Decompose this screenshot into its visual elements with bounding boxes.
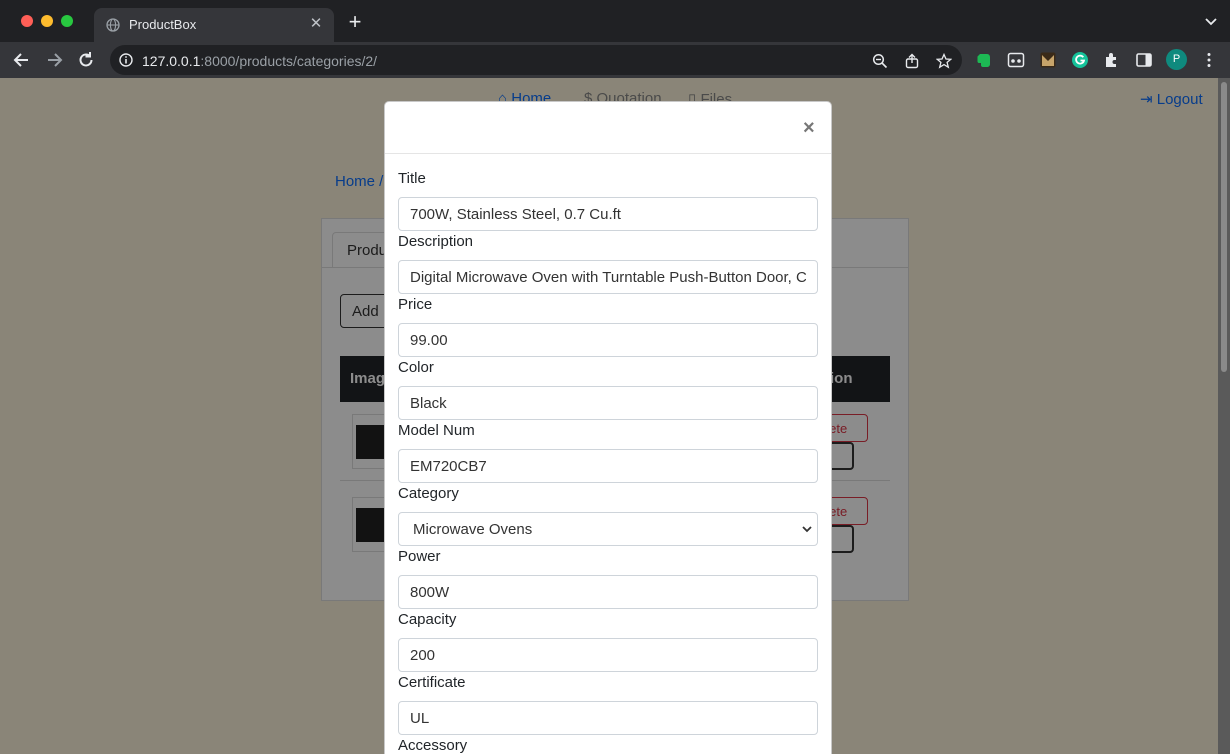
title-label: Title xyxy=(398,170,426,187)
category-select[interactable]: Microwave Ovens xyxy=(398,512,818,546)
capacity-input[interactable] xyxy=(410,639,806,671)
capacity-field[interactable] xyxy=(398,638,818,672)
certificate-field[interactable] xyxy=(398,701,818,735)
back-arrow-icon[interactable] xyxy=(12,50,32,70)
category-selected-value: Microwave Ovens xyxy=(413,521,533,538)
scrollbar-thumb[interactable] xyxy=(1221,82,1227,372)
extensions-puzzle-icon[interactable] xyxy=(1103,51,1121,69)
description-label: Description xyxy=(398,233,474,250)
edit-product-modal: × Title Description Price Color Model Nu… xyxy=(384,101,832,754)
certificate-input[interactable] xyxy=(410,702,806,734)
bookmark-star-icon[interactable] xyxy=(936,53,952,69)
color-input[interactable] xyxy=(410,387,806,419)
price-field[interactable] xyxy=(398,323,818,357)
zoom-icon[interactable] xyxy=(872,53,888,69)
color-field[interactable] xyxy=(398,386,818,420)
address-bar[interactable]: 127.0.0.1:8000/products/categories/2/ xyxy=(110,45,962,75)
power-label: Power xyxy=(398,548,441,565)
certificate-label: Certificate xyxy=(398,674,466,691)
share-icon[interactable] xyxy=(904,53,920,69)
window-minimize-button[interactable] xyxy=(41,15,53,27)
dark-reader-extension-icon[interactable] xyxy=(1039,51,1057,69)
window-close-button[interactable] xyxy=(21,15,33,27)
url-path: :8000/products/categories/2/ xyxy=(200,53,378,69)
browser-menu-icon[interactable] xyxy=(1200,51,1218,69)
side-panel-icon[interactable] xyxy=(1135,51,1153,69)
description-field[interactable] xyxy=(398,260,818,294)
model-num-label: Model Num xyxy=(398,422,475,439)
capacity-label: Capacity xyxy=(398,611,457,628)
description-input[interactable] xyxy=(410,261,806,293)
evernote-extension-icon[interactable] xyxy=(975,51,993,69)
model-num-input[interactable] xyxy=(410,450,806,482)
profile-avatar[interactable]: P xyxy=(1166,49,1187,70)
tab-close-icon[interactable]: ✕ xyxy=(306,14,326,34)
title-input[interactable] xyxy=(410,198,806,230)
model-num-field[interactable] xyxy=(398,449,818,483)
browser-tab[interactable]: ProductBox ✕ xyxy=(94,8,334,42)
price-label: Price xyxy=(398,296,433,313)
browser-tabbar: ProductBox ✕ + xyxy=(0,0,1230,42)
forward-arrow-icon[interactable] xyxy=(44,50,64,70)
price-input[interactable] xyxy=(410,324,806,356)
site-info-icon[interactable] xyxy=(119,53,133,67)
chevron-down-icon xyxy=(802,526,812,533)
page-scrollbar[interactable] xyxy=(1218,78,1230,754)
url-host: 127.0.0.1 xyxy=(142,53,201,69)
tab-search-chevron-icon[interactable] xyxy=(1204,14,1218,28)
color-label: Color xyxy=(398,359,434,376)
tab-title: ProductBox xyxy=(129,17,197,32)
category-label: Category xyxy=(398,485,459,502)
page-content: ⌂ Home $ Quotation ▯ Files ⇥ Logout Home… xyxy=(0,78,1218,754)
window-maximize-button[interactable] xyxy=(61,15,73,27)
power-input[interactable] xyxy=(410,576,806,608)
globe-icon xyxy=(106,18,120,32)
accessory-label: Accessory xyxy=(398,737,468,754)
title-field[interactable] xyxy=(398,197,818,231)
modal-close-icon[interactable]: × xyxy=(803,118,815,138)
modal-header: × xyxy=(385,102,831,154)
grammarly-extension-icon[interactable] xyxy=(1071,51,1089,69)
browser-toolbar: 127.0.0.1:8000/products/categories/2/ xyxy=(0,42,1230,78)
reload-icon[interactable] xyxy=(76,50,96,70)
power-field[interactable] xyxy=(398,575,818,609)
new-tab-button[interactable]: + xyxy=(344,11,366,34)
reader-extension-icon[interactable] xyxy=(1007,51,1025,69)
url-text: 127.0.0.1:8000/products/categories/2/ xyxy=(142,53,377,69)
